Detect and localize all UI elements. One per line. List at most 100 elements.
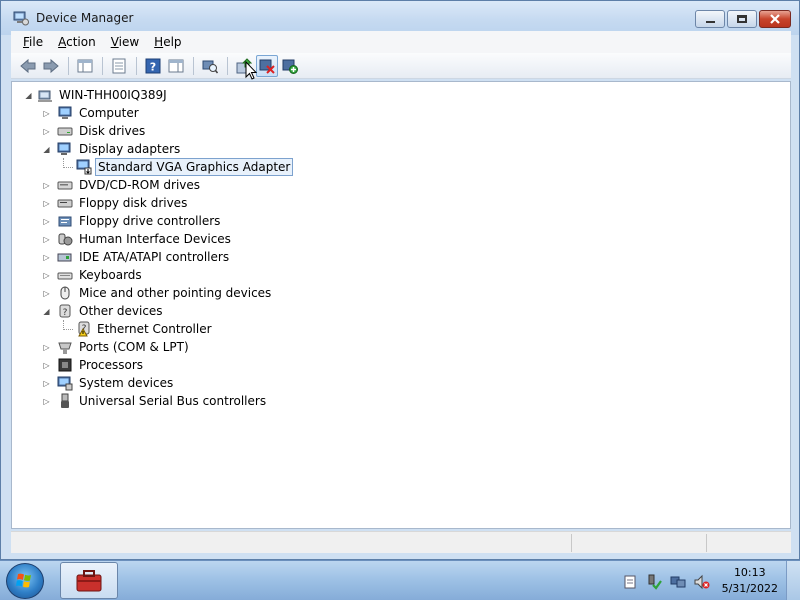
port-icon <box>58 342 72 354</box>
tree-connector <box>63 320 73 330</box>
tree-root-label: WIN-THH00IQ389J <box>59 88 167 102</box>
volume-muted-icon[interactable] <box>694 574 710 590</box>
show-hide-action-pane-button[interactable] <box>165 55 187 77</box>
device-manager-task-icon <box>76 570 102 592</box>
collapse-icon[interactable]: ◢ <box>42 307 51 316</box>
properties-icon <box>112 58 126 73</box>
scan-hardware-button[interactable] <box>199 55 221 77</box>
device-manager-task-button[interactable] <box>60 562 118 599</box>
tree-category-node[interactable]: ▷ IDE ATA/ATAPI controllers <box>12 248 790 266</box>
tree-node-label: IDE ATA/ATAPI controllers <box>79 250 230 264</box>
tree-category-node[interactable]: ◢? Other devices <box>12 302 790 320</box>
floppy-drive-icon <box>57 199 73 208</box>
tree-category-node[interactable]: ▷ Human Interface Devices <box>12 230 790 248</box>
tree-category-node[interactable]: ▷ DVD/CD-ROM drives <box>12 176 790 194</box>
status-separator <box>571 534 572 552</box>
expand-icon[interactable]: ▷ <box>42 127 51 136</box>
tree-category-node[interactable]: ▷ Universal Serial Bus controllers <box>12 392 790 410</box>
tree-category-node[interactable]: ▷ Ports (COM & LPT) <box>12 338 790 356</box>
safely-remove-hardware-icon[interactable] <box>646 574 662 590</box>
toolbar-separator <box>102 56 103 75</box>
tree-category-node[interactable]: ▷ Processors <box>12 356 790 374</box>
help-button[interactable]: ? <box>142 55 164 77</box>
title-bar[interactable]: Device Manager <box>1 1 799 35</box>
tree-category-node[interactable]: ▷ Disk drives <box>12 122 790 140</box>
show-hide-action-pane-icon <box>168 59 184 72</box>
status-separator <box>706 534 707 552</box>
menu-view[interactable]: View <box>111 35 139 49</box>
expand-icon[interactable]: ▷ <box>42 109 51 118</box>
collapse-icon[interactable]: ◢ <box>42 145 51 154</box>
status-bar <box>11 531 791 553</box>
collapse-icon[interactable]: ◢ <box>24 91 33 100</box>
network-icon[interactable] <box>670 574 686 590</box>
expand-icon[interactable]: ▷ <box>42 199 51 208</box>
expand-icon[interactable]: ▷ <box>42 253 51 262</box>
enable-device-icon <box>282 59 298 74</box>
tree-category-node[interactable]: ▷ Floppy drive controllers <box>12 212 790 230</box>
properties-button[interactable] <box>108 55 130 77</box>
tree-category-node[interactable]: ▷ Computer <box>12 104 790 122</box>
expand-icon[interactable]: ▷ <box>42 379 51 388</box>
action-center-icon[interactable] <box>622 574 638 590</box>
expand-icon[interactable]: ▷ <box>42 235 51 244</box>
window-title: Device Manager <box>36 11 134 25</box>
tree-root-node[interactable]: ◢ WIN-THH00IQ389J <box>12 86 790 104</box>
toolbar-separator <box>227 56 228 75</box>
tree-device-node[interactable]: Standard VGA Graphics Adapter <box>12 158 790 176</box>
back-button[interactable] <box>17 55 39 77</box>
tree-node-label: Other devices <box>79 304 163 318</box>
device-tree-pane[interactable]: ◢ WIN-THH00IQ389J ▷ Computer ▷ Disk drives ◢… <box>11 81 791 529</box>
close-button[interactable] <box>759 10 791 28</box>
tree-category-node[interactable]: ▷ Mice and other pointing devices <box>12 284 790 302</box>
tree-category-node[interactable]: ▷ System devices <box>12 374 790 392</box>
device-manager-icon <box>13 11 29 26</box>
tree-device-node[interactable]: ? Ethernet Controller <box>12 320 790 338</box>
tree-category-node[interactable]: ▷ Keyboards <box>12 266 790 284</box>
menu-help[interactable]: Help <box>154 35 181 49</box>
clock-time: 10:13 <box>733 566 766 579</box>
clock-date: 5/31/2022 <box>721 582 778 595</box>
tree-node-label: Display adapters <box>79 142 181 156</box>
tree-node-label: Universal Serial Bus controllers <box>79 394 267 408</box>
tree-category-node[interactable]: ▷ Floppy disk drives <box>12 194 790 212</box>
enable-device-button[interactable] <box>279 55 301 77</box>
toolbar-separator <box>136 56 137 75</box>
show-desktop-button[interactable] <box>786 561 800 600</box>
taskbar-clock[interactable]: 10:13 5/31/2022 <box>722 565 778 597</box>
expand-icon[interactable]: ▷ <box>42 271 51 280</box>
expand-icon[interactable]: ▷ <box>42 397 51 406</box>
show-hide-tree-icon <box>77 59 93 72</box>
show-hide-tree-button[interactable] <box>74 55 96 77</box>
expand-icon[interactable]: ▷ <box>42 217 51 226</box>
ide-controller-icon <box>57 253 72 262</box>
tree-node-label: Mice and other pointing devices <box>79 286 272 300</box>
forward-icon <box>43 58 59 73</box>
menu-action[interactable]: Action <box>58 35 96 49</box>
expand-icon[interactable]: ▷ <box>42 343 51 352</box>
tree-node-label: Disk drives <box>79 124 146 138</box>
hid-icon <box>58 233 73 246</box>
expand-icon[interactable]: ▷ <box>42 181 51 190</box>
toolbar-separator <box>193 56 194 75</box>
minimize-icon <box>705 21 715 23</box>
uninstall-icon <box>259 59 275 74</box>
restore-button[interactable] <box>727 10 757 28</box>
computer-root-icon <box>38 90 52 102</box>
scan-hardware-icon <box>202 60 218 73</box>
expand-icon[interactable]: ▷ <box>42 361 51 370</box>
tree-node-label: Ethernet Controller <box>97 322 212 336</box>
mouse-icon <box>60 286 70 300</box>
mouse-pointer-icon <box>245 61 258 80</box>
tree-node-label: DVD/CD-ROM drives <box>79 178 201 192</box>
tree-category-node[interactable]: ◢ Display adapters <box>12 140 790 158</box>
toolbar-separator <box>68 56 69 75</box>
menu-bar: File Action View Help <box>11 31 791 53</box>
forward-button[interactable] <box>40 55 62 77</box>
computer-icon <box>58 106 72 119</box>
menu-file[interactable]: File <box>23 35 43 49</box>
windows-start-orb-icon[interactable] <box>6 563 44 599</box>
uninstall-button[interactable] <box>256 54 278 77</box>
expand-icon[interactable]: ▷ <box>42 289 51 298</box>
minimize-button[interactable] <box>695 10 725 28</box>
